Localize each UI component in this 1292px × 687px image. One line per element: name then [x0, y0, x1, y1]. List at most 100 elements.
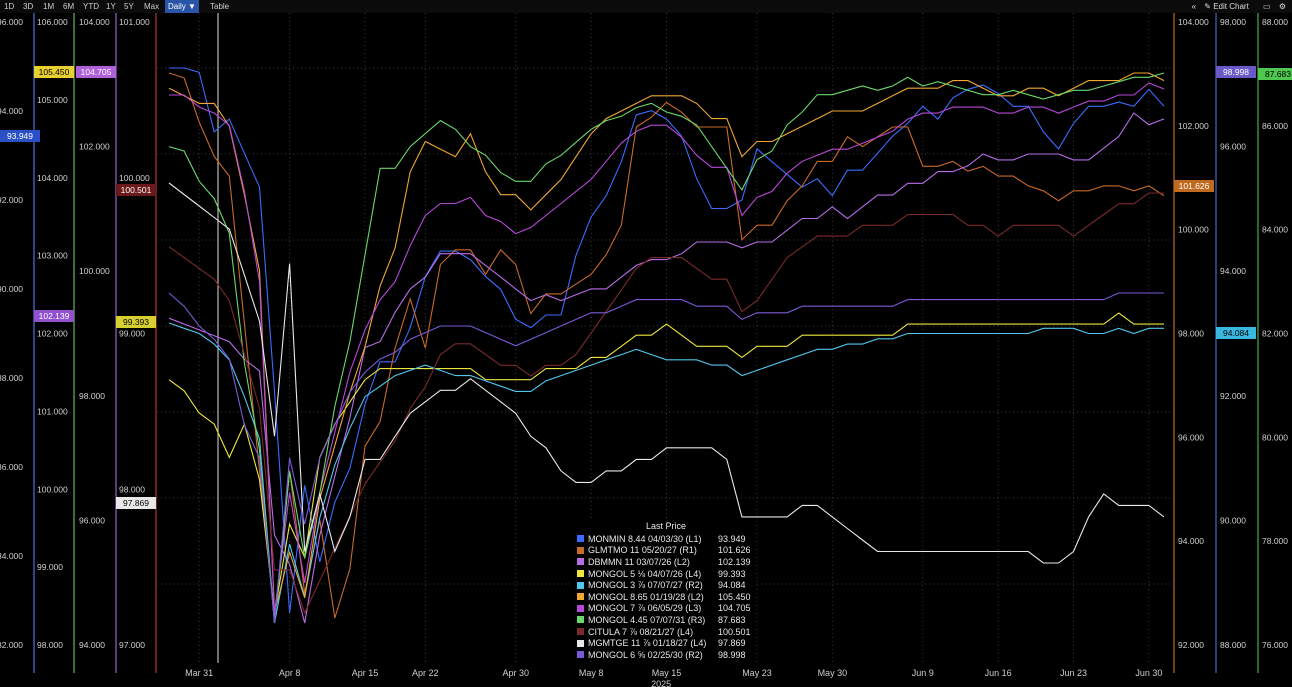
y-tick-label: 88.000 [1220, 640, 1246, 650]
minimize-icon[interactable]: ▭ [1263, 2, 1271, 11]
period-dropdown[interactable]: Daily ▼ [165, 0, 199, 13]
y-tick-label: 101.000 [119, 17, 150, 27]
value-tag-label: 99.393 [123, 317, 149, 327]
y-tick-label: 80.000 [1262, 432, 1288, 442]
y-tick-label: 86.000 [1262, 121, 1288, 131]
legend-last-value: 99.393 [718, 568, 746, 579]
legend-swatch [577, 558, 584, 566]
x-tick-label: Jun 30 [1135, 668, 1162, 678]
legend-series-name: MONGOL 7 ⅞ 06/05/29 (L3) [588, 603, 702, 614]
value-tag-label: 101.626 [1179, 181, 1210, 191]
y-tick-label: 96.000 [79, 515, 105, 525]
legend-last-value: 100.501 [718, 626, 751, 637]
y-tick-label: 98.000 [1178, 329, 1204, 339]
legend-swatch [577, 546, 584, 554]
y-tick-label: 98.000 [37, 640, 63, 650]
y-tick-label: 82.000 [1262, 329, 1288, 339]
legend-item: MONGOL 7 ⅞ 06/05/29 (L3) 104.705 [572, 603, 756, 615]
y-tick-label: 92.000 [1220, 391, 1246, 401]
value-tag-label: 97.869 [123, 498, 149, 508]
legend-item: MONGOL 6 ⅝ 02/25/30 (R2) 98.998 [572, 649, 756, 661]
x-year-label: 2025 [651, 679, 671, 687]
y-tick-label: 98.000 [1220, 17, 1246, 27]
range-5y-button[interactable]: 5Y [124, 0, 134, 13]
legend-series-name: MONGOL 5 ⅛ 04/07/26 (L4) [588, 568, 702, 579]
range-1d-button[interactable]: 1D [4, 0, 14, 13]
legend-series-name: GLMTMO 11 05/20/27 (R1) [588, 545, 697, 556]
legend-series-name: MONGOL 8.65 01/19/28 (L2) [588, 591, 704, 602]
y-tick-label: 90.000 [0, 284, 23, 294]
x-tick-label: Jun 23 [1060, 668, 1087, 678]
settings-icon[interactable]: ⚙ [1279, 2, 1286, 11]
legend-series-name: CITULA 7 ⅞ 08/21/27 (L4) [588, 626, 694, 637]
legend-swatch [577, 616, 584, 624]
legend-last-value: 93.949 [718, 533, 746, 544]
legend-item: MONGOL 4.45 07/07/31 (R3) 87.683 [572, 614, 756, 626]
y-tick-label: 84.000 [0, 551, 23, 561]
value-tag-label: 102.139 [39, 311, 70, 321]
legend-swatch [577, 651, 584, 659]
legend-last-value: 94.084 [718, 580, 746, 591]
legend-item: MGMTGE 11 ⅞ 01/18/27 (L4) 97.869 [572, 637, 756, 649]
legend-title: Last Price [645, 521, 687, 531]
legend-item: CITULA 7 ⅞ 08/21/27 (L4) 100.501 [572, 626, 756, 638]
legend-swatch [577, 570, 584, 578]
y-tick-label: 88.000 [0, 373, 23, 383]
x-tick-label: Jun 9 [912, 668, 934, 678]
y-tick-label: 88.000 [1262, 17, 1288, 27]
legend-swatch [577, 639, 584, 647]
x-tick-label: Apr 8 [279, 668, 301, 678]
range-6m-button[interactable]: 6M [63, 0, 74, 13]
legend-item: MONGOL 8.65 01/19/28 (L2) 105.450 [572, 591, 756, 603]
y-tick-label: 94.000 [0, 106, 23, 116]
y-tick-label: 78.000 [1262, 536, 1288, 546]
legend-item: GLMTMO 11 05/20/27 (R1) 101.626 [572, 545, 756, 557]
y-tick-label: 99.000 [37, 562, 63, 572]
legend-swatch [577, 604, 584, 612]
range-1y-button[interactable]: 1Y [106, 0, 116, 13]
y-tick-label: 100.000 [119, 173, 150, 183]
range-3d-button[interactable]: 3D [23, 0, 33, 13]
y-tick-label: 104.000 [1178, 17, 1209, 27]
value-tag-label: 100.501 [121, 185, 152, 195]
y-tick-label: 100.000 [79, 266, 110, 276]
y-tick-label: 106.000 [37, 17, 68, 27]
legend-swatch [577, 581, 584, 589]
y-tick-label: 105.000 [37, 95, 68, 105]
y-tick-label: 102.000 [79, 142, 110, 152]
y-tick-label: 82.000 [0, 640, 23, 650]
y-tick-label: 90.000 [1220, 515, 1246, 525]
y-tick-label: 96.000 [1178, 432, 1204, 442]
value-tag-label: 98.998 [1223, 67, 1249, 77]
x-tick-label: Mar 31 [185, 668, 213, 678]
range-1m-button[interactable]: 1M [43, 0, 54, 13]
y-tick-label: 94.000 [1220, 266, 1246, 276]
edit-chart-button[interactable]: ✎ Edit Chart [1204, 2, 1255, 11]
legend-last-value: 105.450 [718, 591, 751, 602]
x-tick-label: May 15 [652, 668, 682, 678]
x-tick-label: May 8 [579, 668, 604, 678]
legend-last-value: 101.626 [718, 545, 751, 556]
legend-last-value: 102.139 [718, 556, 751, 567]
y-tick-label: 94.000 [79, 640, 105, 650]
y-tick-label: 92.000 [0, 195, 23, 205]
legend-last-value: 97.869 [718, 638, 746, 649]
range-max-button[interactable]: Max [144, 0, 159, 13]
legend-swatch [577, 535, 584, 543]
collapse-icon[interactable]: « [1192, 2, 1196, 11]
y-tick-label: 102.000 [1178, 121, 1209, 131]
y-tick-label: 104.000 [37, 173, 68, 183]
y-tick-label: 102.000 [37, 329, 68, 339]
y-tick-label: 98.000 [79, 391, 105, 401]
legend-item: MONMIN 8.44 04/03/30 (L1) 93.949 [572, 533, 756, 545]
value-tag-label: 93.949 [7, 131, 33, 141]
range-ytd-button[interactable]: YTD [83, 0, 99, 13]
table-button[interactable]: Table [210, 0, 229, 13]
x-tick-label: Apr 22 [412, 668, 439, 678]
legend-item: DBMMN 11 03/07/26 (L2) 102.139 [572, 556, 756, 568]
chart-toolbar: 1D 3D 1M 6M YTD 1Y 5Y Max Daily ▼ Table … [0, 0, 1292, 13]
x-tick-label: Apr 30 [502, 668, 529, 678]
legend-last-value: 98.998 [718, 649, 746, 660]
legend-series-name: MONMIN 8.44 04/03/30 (L1) [588, 533, 702, 544]
x-tick-label: Jun 16 [985, 668, 1012, 678]
